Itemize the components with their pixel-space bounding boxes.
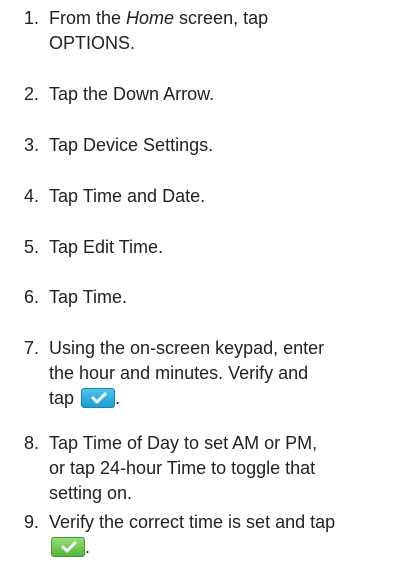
check-icon	[91, 392, 107, 404]
step-line: or tap 24-hour Time to toggle that	[49, 458, 316, 478]
device-settings-label: Device Settings	[83, 135, 209, 155]
step-line: Verify the correct time is set and tap	[49, 512, 336, 532]
step-text-part: Tap	[49, 186, 83, 206]
step-text-part: screen, tap	[174, 8, 269, 28]
step-line: setting on.	[49, 483, 133, 503]
step-text: From the Home screen, tap OPTIONS.	[49, 6, 399, 56]
checkmark-button-blue-icon	[81, 388, 116, 408]
step-number: 6.	[24, 287, 40, 307]
step-number: 2.	[24, 84, 40, 104]
step-text-part: Tap the	[49, 84, 114, 104]
step-line: the hour and minutes. Verify and	[49, 363, 309, 383]
step-number: 3.	[24, 135, 40, 155]
time-and-date-label: Time and Date	[82, 186, 201, 206]
step-text-part: From the	[49, 8, 127, 28]
step-text: Tap Time of Day to set AM or PM, or tap …	[49, 431, 399, 506]
step-text-part: Tap	[49, 287, 83, 307]
step-text: Tap the Down Arrow.	[49, 82, 399, 107]
step-text-part: .	[130, 33, 136, 53]
down-arrow-label: Down Arrow	[113, 84, 210, 104]
step-text-part: .	[122, 287, 128, 307]
step-number: 7.	[24, 338, 40, 358]
step-text-part: Tap	[49, 135, 84, 155]
check-icon	[61, 541, 77, 553]
step-text-part: Tap	[49, 237, 84, 257]
step-number: 9.	[24, 512, 40, 532]
step-text: Tap Device Settings.	[49, 133, 399, 158]
step-line: tap	[49, 388, 75, 408]
step-text: Using the on-screen keypad, enter the ho…	[49, 338, 325, 408]
step-text: Verify the correct time is set and tap .	[49, 512, 336, 557]
step-text: Tap Time and Date.	[49, 184, 399, 209]
step-text: Tap Edit Time.	[49, 235, 399, 260]
options-label: OPTIONS	[49, 33, 131, 53]
step-text-part: .	[158, 237, 164, 257]
edit-time-label: Edit Time	[83, 237, 159, 257]
instruction-list: 1. From the Home screen, tap OPTIONS. 2.…	[0, 0, 415, 570]
step-number: 4.	[24, 186, 40, 206]
step-text: Tap Time.	[49, 285, 399, 310]
time-label: Time	[82, 287, 123, 307]
checkmark-button-green-icon	[51, 537, 85, 557]
step-number: 5.	[24, 237, 40, 257]
step-number: 1.	[24, 8, 40, 28]
step-number: 8.	[24, 433, 40, 453]
step-line: Using the on-screen keypad, enter	[49, 338, 325, 358]
step-text-part: .	[209, 84, 215, 104]
step-text-part: .	[200, 186, 206, 206]
step-line: Tap Time of Day to set AM or PM,	[49, 433, 318, 453]
home-screen-label: Home	[126, 8, 175, 28]
step-text-part: .	[208, 135, 214, 155]
